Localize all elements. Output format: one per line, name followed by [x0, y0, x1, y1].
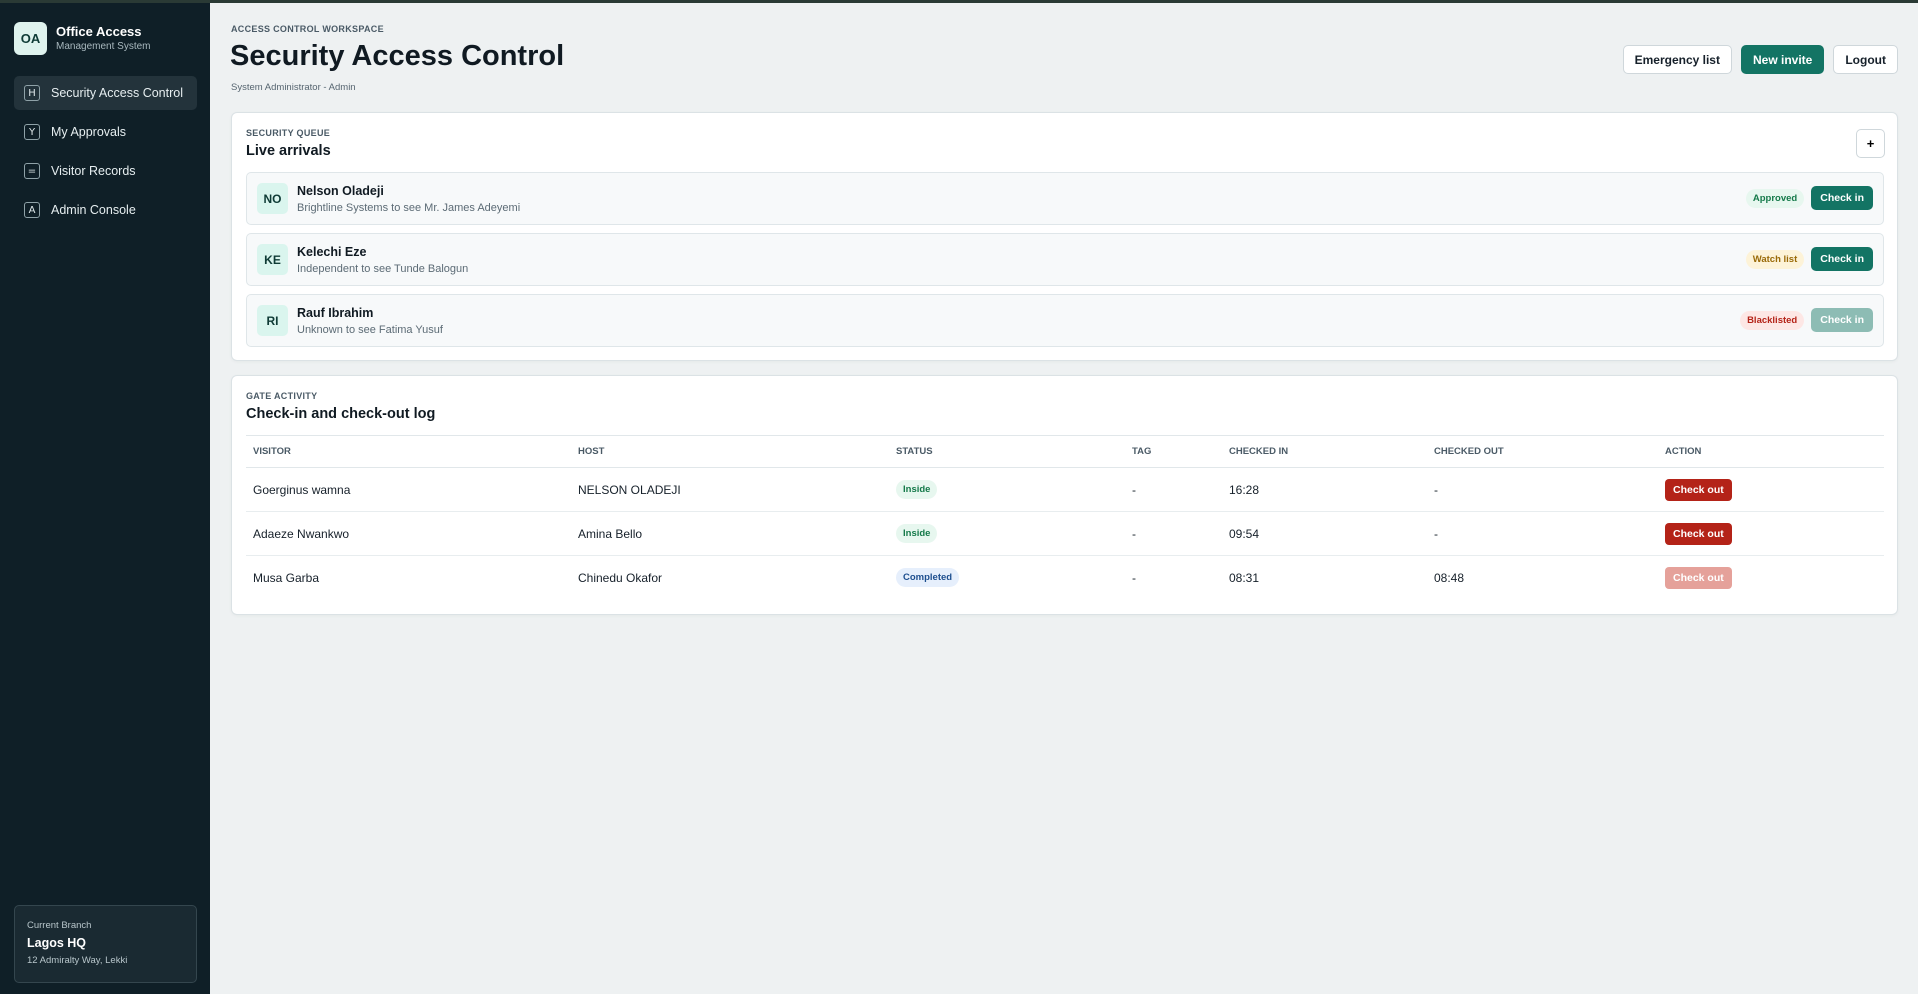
- sidebar-item-label: Security Access Control: [51, 86, 183, 100]
- arrival-item: NO Nelson Oladeji Brightline Systems to …: [246, 172, 1884, 225]
- sidebar-item-label: Admin Console: [51, 203, 136, 217]
- visitor-cell: Goerginus wamna: [246, 467, 571, 512]
- brand-logo: OA: [14, 22, 47, 55]
- status-badge: Approved: [1745, 188, 1805, 208]
- nav-key-icon: A: [24, 202, 40, 218]
- checked-out-cell: -: [1427, 511, 1658, 556]
- checked-out-cell: -: [1427, 467, 1658, 512]
- arrival-description: Brightline Systems to see Mr. James Adey…: [297, 202, 521, 214]
- branch-name: Lagos HQ: [27, 936, 87, 950]
- page-subtitle: System Administrator - Admin: [231, 82, 356, 93]
- new-invite-button[interactable]: New invite: [1740, 45, 1825, 74]
- table-row: Musa Garba Chinedu Okafor Completed - 08…: [246, 556, 1884, 600]
- table-row: Adaeze Nwankwo Amina Bello Inside - 09:5…: [246, 511, 1884, 556]
- check-out-button[interactable]: Check out: [1665, 566, 1732, 589]
- arrival-item: RI Rauf Ibrahim Unknown to see Fatima Yu…: [246, 294, 1884, 347]
- nav-key-icon: Y: [24, 124, 40, 140]
- check-out-button[interactable]: Check out: [1665, 522, 1732, 545]
- sidebar-item-label: My Approvals: [51, 125, 127, 139]
- arrival-item: KE Kelechi Eze Independent to see Tunde …: [246, 233, 1884, 286]
- brand-name: Office Access: [56, 24, 142, 39]
- sidebar-item-admin-console[interactable]: A Admin Console: [14, 193, 197, 227]
- gate-log-table: VISITOR HOST STATUS TAG CHECKED IN CHECK…: [246, 435, 1884, 600]
- arrival-description: Independent to see Tunde Balogun: [297, 263, 469, 275]
- sidebar-item-security-access-control[interactable]: H Security Access Control: [14, 76, 197, 110]
- column-header: CHECKED OUT: [1427, 435, 1658, 468]
- tag-cell: -: [1125, 467, 1222, 512]
- nav-key-icon: =: [24, 163, 40, 179]
- column-header: CHECKED IN: [1222, 435, 1427, 468]
- page-title: Security Access Control: [230, 40, 565, 72]
- tag-cell: -: [1132, 570, 1136, 585]
- visitor-cell: Adaeze Nwankwo: [246, 511, 571, 556]
- gate-activity-card: GATE ACTIVITY Check-in and check-out log…: [231, 375, 1898, 615]
- top-accent-line: [0, 0, 1918, 3]
- column-header: HOST: [571, 435, 889, 468]
- check-in-button[interactable]: Check in: [1811, 186, 1873, 210]
- arrival-name: Rauf Ibrahim: [297, 306, 374, 320]
- arrival-name: Nelson Oladeji: [297, 184, 384, 198]
- checked-in-cell: 09:54: [1222, 511, 1427, 556]
- sidebar-item-label: Visitor Records: [51, 164, 136, 178]
- log-eyebrow: GATE ACTIVITY: [246, 391, 318, 401]
- avatar: KE: [257, 244, 288, 275]
- workspace-eyebrow: ACCESS CONTROL WORKSPACE: [231, 24, 384, 34]
- check-in-button[interactable]: Check in: [1811, 247, 1873, 271]
- security-queue-card: SECURITY QUEUE Live arrivals + NO Nelson…: [231, 112, 1898, 361]
- branch-address: 12 Admiralty Way, Lekki: [27, 955, 128, 966]
- sidebar: OA Office Access Management System H Sec…: [0, 3, 210, 994]
- queue-eyebrow: SECURITY QUEUE: [246, 128, 331, 138]
- host-cell: Chinedu Okafor: [578, 570, 663, 585]
- nav-key-icon: H: [24, 85, 40, 101]
- table-header-row: VISITOR HOST STATUS TAG CHECKED IN CHECK…: [246, 435, 1884, 468]
- column-header: STATUS: [889, 435, 1125, 468]
- check-in-button[interactable]: Check in: [1811, 308, 1873, 332]
- host-cell: Amina Bello: [571, 511, 889, 556]
- checked-out-cell: 08:48: [1434, 570, 1465, 585]
- status-badge: Completed: [896, 568, 960, 588]
- log-title: Check-in and check-out log: [246, 406, 436, 422]
- visitor-cell: Musa Garba: [253, 570, 320, 585]
- sidebar-item-my-approvals[interactable]: Y My Approvals: [14, 115, 197, 149]
- status-badge: Inside: [896, 524, 938, 543]
- arrival-name: Kelechi Eze: [297, 245, 367, 259]
- logout-button[interactable]: Logout: [1833, 45, 1898, 74]
- status-badge: Blacklisted: [1740, 310, 1805, 330]
- arrival-description: Unknown to see Fatima Yusuf: [297, 324, 443, 336]
- checked-in-cell: 08:31: [1229, 570, 1260, 585]
- tag-cell: -: [1125, 511, 1222, 556]
- column-header: TAG: [1125, 435, 1222, 468]
- avatar: NO: [257, 183, 288, 214]
- table-row: Goerginus wamna NELSON OLADEJI Inside - …: [246, 467, 1884, 512]
- status-badge: Inside: [896, 480, 938, 499]
- sidebar-item-visitor-records[interactable]: = Visitor Records: [14, 154, 197, 188]
- column-header: VISITOR: [246, 435, 571, 468]
- sidebar-nav: H Security Access Control Y My Approvals…: [14, 76, 197, 232]
- checked-in-cell: 16:28: [1222, 467, 1427, 512]
- emergency-list-button[interactable]: Emergency list: [1622, 45, 1732, 74]
- column-header: ACTION: [1658, 435, 1884, 468]
- current-branch-card: Current Branch Lagos HQ 12 Admiralty Way…: [14, 905, 197, 983]
- add-arrival-button[interactable]: +: [1856, 129, 1885, 158]
- host-cell: NELSON OLADEJI: [571, 467, 889, 512]
- avatar: RI: [257, 305, 288, 336]
- status-badge: Watch list: [1745, 249, 1805, 269]
- brand: OA Office Access Management System: [14, 22, 151, 55]
- queue-title: Live arrivals: [246, 143, 331, 159]
- branch-caption: Current Branch: [27, 920, 92, 931]
- check-out-button[interactable]: Check out: [1665, 478, 1732, 501]
- header-actions: Emergency list New invite Logout: [1622, 45, 1898, 74]
- brand-subtitle: Management System: [56, 41, 151, 52]
